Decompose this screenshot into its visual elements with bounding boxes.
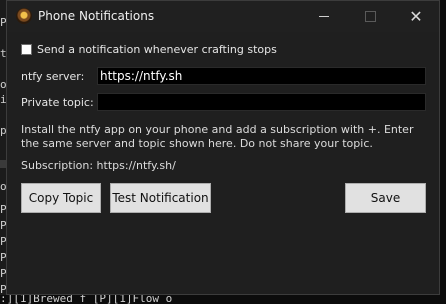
instructions-text: Install the ntfy app on your phone and a… (21, 123, 414, 150)
test-notification-button[interactable]: Test Notification (110, 183, 211, 213)
maximize-button[interactable] (347, 1, 393, 32)
minimize-icon (319, 16, 329, 17)
maximize-icon (364, 11, 376, 22)
notify-on-stop-label[interactable]: Send a notification whenever crafting st… (37, 43, 277, 56)
phone-notifications-window: Phone Notifications ✕ Send a notificatio… (6, 0, 440, 295)
close-button[interactable]: ✕ (393, 1, 439, 32)
ntfy-server-label: ntfy server: (21, 70, 85, 83)
close-icon: ✕ (409, 6, 423, 26)
console-bottom-line: :][1]Brewed f [P][1]Flow o (0, 295, 446, 304)
private-topic-label: Private topic: (21, 96, 94, 109)
private-topic-input[interactable] (97, 93, 426, 111)
ntfy-server-input[interactable]: https://ntfy.sh (97, 67, 426, 85)
window-title: Phone Notifications (38, 9, 155, 23)
subscription-text: Subscription: https://ntfy.sh/ (21, 159, 176, 172)
title-bar[interactable]: Phone Notifications ✕ (7, 1, 439, 32)
notify-on-stop-checkbox[interactable] (21, 44, 32, 55)
copy-topic-button[interactable]: Copy Topic (21, 183, 101, 213)
minimize-button[interactable] (301, 1, 347, 32)
save-button[interactable]: Save (345, 183, 426, 213)
console-bottom-text: :][1]Brewed f [P][1]Flow o (0, 295, 173, 304)
app-icon (16, 8, 32, 24)
